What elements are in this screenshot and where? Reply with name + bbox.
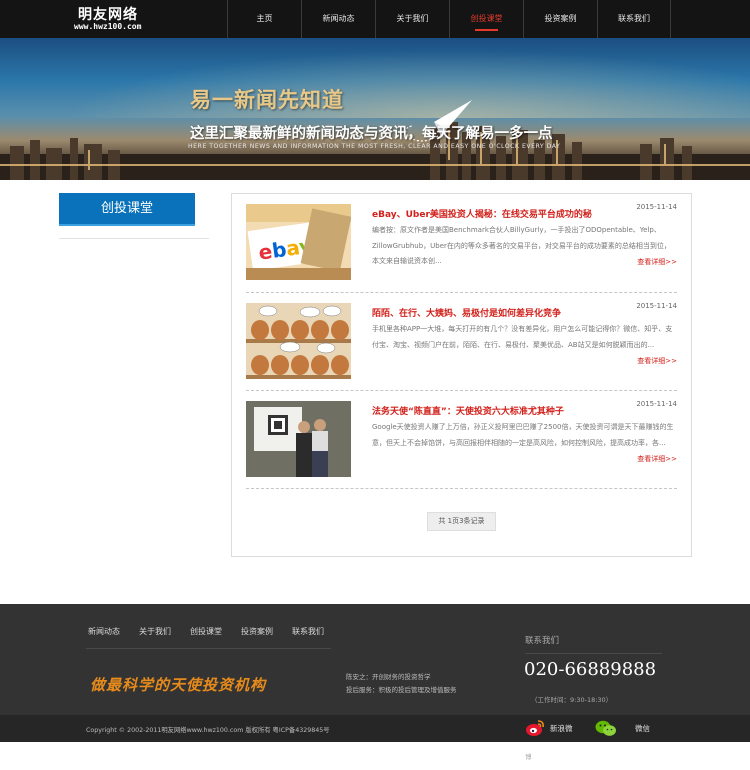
footer-link-classroom[interactable]: 创投课堂 [190, 626, 222, 637]
eggs-thumbnail-image [246, 303, 351, 379]
logo-name: 明友网络 [78, 7, 138, 23]
nav-item-about[interactable]: 关于我们 [375, 0, 449, 38]
main-nav: 主页 新闻动态 关于我们 创投课堂 投资案例 联系我们 [227, 0, 671, 38]
banner-subtitle: 这里汇聚最新鲜的新闻动态与资讯，每天了解易一多一点 [190, 125, 553, 142]
wechat-link[interactable]: 微信 [595, 719, 650, 737]
work-hours: （工作时间：9:30-18:30） [531, 696, 613, 704]
ebay-thumbnail-image: ebay [246, 204, 351, 280]
list-item: 法务天使“陈直直”：天使投资六大标准尤其种子 2015-11-14 Google… [246, 391, 677, 489]
nav-item-classroom[interactable]: 创投课堂 [449, 0, 523, 38]
nav-label: 关于我们 [396, 14, 429, 23]
weibo-label-overflow: 博 [525, 753, 532, 761]
footer-link-news[interactable]: 新闻动态 [88, 626, 120, 637]
weibo-icon [526, 720, 544, 736]
article-date: 2015-11-14 [636, 302, 677, 310]
site-footer: 新闻动态 关于我们 创投课堂 投资案例 联系我们 做最科学的天使投资机构 陈安之… [0, 604, 750, 742]
footer-link-about[interactable]: 关于我们 [139, 626, 171, 637]
article-thumbnail[interactable]: ebay [246, 204, 351, 280]
pagination-info: 共 1页3条记录 [427, 512, 496, 531]
article-title[interactable]: 陌陌、在行、大姨妈、易极付是如何差异化竞争 [372, 306, 561, 319]
article-summary: 手机里各种APP一大堆，每天打开的有几个？没有差异化，用户怎么可能记得你？微信、… [372, 325, 673, 349]
article-date: 2015-11-14 [636, 203, 677, 211]
footer-bottom-bar: Copyright © 2002-2011明友网络www.hwz100.com … [0, 715, 750, 742]
read-more-link[interactable]: 查看详细>> [637, 257, 677, 267]
banner-english-tagline: Here together news and information the m… [188, 143, 561, 150]
top-header: 明友网络 www.hwz100.com 主页 新闻动态 关于我们 创投课堂 投资… [0, 0, 750, 38]
contact-phone: 020-66889888 [524, 659, 657, 680]
sidebar-divider [59, 238, 209, 239]
footer-info-line: 投后服务：积极的投后管理及增值服务 [346, 686, 457, 694]
nav-label: 主页 [256, 14, 273, 23]
nav-item-news[interactable]: 新闻动态 [301, 0, 375, 38]
footer-divider [86, 648, 331, 649]
read-more-link[interactable]: 查看详细>> [637, 454, 677, 464]
read-more-link[interactable]: 查看详细>> [637, 356, 677, 366]
contact-label: 联系我们 [525, 636, 560, 646]
logo-url: www.hwz100.com [74, 22, 142, 31]
article-divider [246, 488, 677, 489]
article-title[interactable]: eBay、Uber美国投资人揭秘：在线交易平台成功的秘 [372, 207, 592, 220]
article-list: ebay eBay、Uber美国投资人揭秘：在线交易平台成功的秘 2015-11… [231, 193, 692, 557]
nav-active-indicator [475, 29, 498, 31]
nav-label: 联系我们 [618, 14, 650, 23]
article-date: 2015-11-14 [636, 400, 677, 408]
footer-link-cases[interactable]: 投资案例 [241, 626, 273, 637]
article-summary: Google天使投资人赚了上万倍，孙正义投阿里巴巴赚了2500倍，天使投资可谓是… [372, 423, 674, 447]
nav-label: 创投课堂 [470, 14, 503, 23]
contact-divider [525, 653, 662, 654]
article-thumbnail[interactable] [246, 401, 351, 477]
speakers-thumbnail-image [246, 401, 351, 477]
nav-label: 投资案例 [544, 14, 577, 23]
footer-nav: 新闻动态 关于我们 创投课堂 投资案例 联系我们 [88, 626, 343, 637]
article-summary: 编者按：原文作者是美国Benchmark合伙人BillyGurly，一手投出了O… [372, 226, 671, 265]
copyright-text: Copyright © 2002-2011明友网络www.hwz100.com … [86, 727, 330, 734]
wechat-icon [595, 720, 616, 736]
footer-link-contact[interactable]: 联系我们 [292, 626, 324, 637]
footer-info-line: 陈安之：开创财务的投资哲学 [346, 673, 431, 681]
list-item: 陌陌、在行、大姨妈、易极付是如何差异化竞争 2015-11-14 手机里各种AP… [246, 293, 677, 391]
weibo-link[interactable]: 新浪微 [525, 719, 573, 737]
article-thumbnail[interactable] [246, 303, 351, 379]
article-title[interactable]: 法务天使“陈直直”：天使投资六大标准尤其种子 [372, 404, 564, 417]
list-item: ebay eBay、Uber美国投资人揭秘：在线交易平台成功的秘 2015-11… [246, 194, 677, 292]
banner-sky-glow [0, 38, 750, 118]
footer-slogan: 做最科学的天使投资机构 [90, 676, 267, 694]
nav-label: 新闻动态 [322, 14, 355, 23]
nav-item-home[interactable]: 主页 [227, 0, 301, 38]
banner-title: 易一新闻先知道 [190, 87, 344, 112]
hero-banner: 易一新闻先知道 这里汇聚最新鲜的新闻动态与资讯，每天了解易一多一点 Here t… [0, 38, 750, 180]
nav-item-contact[interactable]: 联系我们 [597, 0, 671, 38]
nav-item-cases[interactable]: 投资案例 [523, 0, 597, 38]
weibo-label: 新浪微 [550, 723, 573, 733]
site-logo[interactable]: 明友网络 www.hwz100.com [73, 4, 153, 34]
sidebar-title: 创投课堂 [59, 193, 195, 226]
wechat-label: 微信 [635, 723, 650, 733]
